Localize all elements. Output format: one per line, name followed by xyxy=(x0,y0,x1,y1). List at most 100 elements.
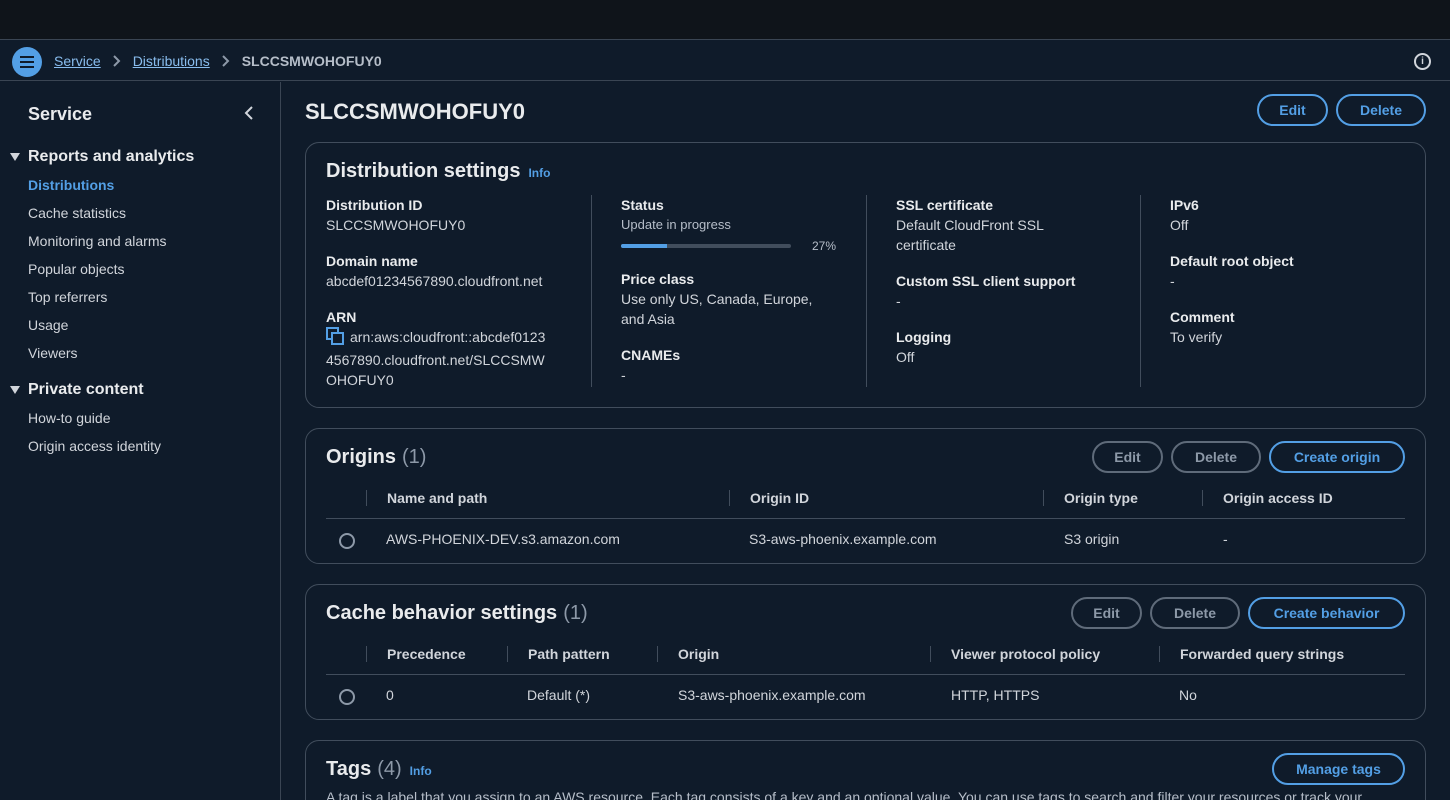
chevron-right-icon xyxy=(222,55,230,67)
table-cell: S3 origin xyxy=(1064,531,1120,547)
edit-behavior-button[interactable]: Edit xyxy=(1071,597,1142,629)
domain-name-field: Domain name abcdef01234567890.cloudfront… xyxy=(326,251,566,291)
field-value: arn:aws:cloudfront::abcdef0123 4567890.c… xyxy=(326,327,566,390)
price-class-field: Price class Use only US, Canada, Europe,… xyxy=(621,269,861,329)
ipv6-field: IPv6 Off xyxy=(1170,195,1410,235)
breadcrumb-distributions[interactable]: Distributions xyxy=(133,53,210,69)
table-cell: No xyxy=(1179,687,1197,703)
arn-line-2: 4567890.cloudfront.net/SLCCSMW xyxy=(326,352,545,368)
column-header[interactable]: Origin access ID xyxy=(1202,490,1333,506)
field-label: CNAMEs xyxy=(621,347,681,363)
item-count: (1) xyxy=(563,602,588,624)
table-cell: S3-aws-phoenix.example.com xyxy=(678,687,866,703)
column-header[interactable]: Forwarded query strings xyxy=(1159,646,1344,662)
side-navigation: Service Reports and analytics Distributi… xyxy=(0,82,281,800)
copy-icon[interactable] xyxy=(326,327,344,350)
field-label: ARN xyxy=(326,309,357,325)
field-value: Off xyxy=(1170,217,1189,233)
sidebar-section-reports[interactable]: Reports and analytics xyxy=(10,148,194,166)
arn-line-1: arn:aws:cloudfront::abcdef0123 xyxy=(350,329,546,346)
breadcrumb-service[interactable]: Service xyxy=(54,53,101,69)
edit-origin-button[interactable]: Edit xyxy=(1092,441,1163,473)
breadcrumb-bar: Service Distributions SLCCSMWOHOFUY0 i xyxy=(0,41,1450,81)
create-behavior-button[interactable]: Create behavior xyxy=(1248,597,1405,629)
info-link[interactable]: Info xyxy=(528,166,550,180)
default-root-object-field: Default root object - xyxy=(1170,251,1410,291)
progress-fill xyxy=(621,244,667,248)
field-label: Price class xyxy=(621,271,695,287)
breadcrumb-current: SLCCSMWOHOFUY0 xyxy=(241,53,382,69)
sidebar-item-origin-access-identity[interactable]: Origin access identity xyxy=(28,438,161,454)
status-field: Status Update in progress 27% xyxy=(621,195,861,253)
distribution-settings-panel: Distribution settings Info Distribution … xyxy=(305,142,1426,408)
top-navigation-bar xyxy=(0,0,1450,40)
progress-track xyxy=(621,244,791,248)
info-link[interactable]: Info xyxy=(410,764,432,778)
settings-column-3: SSL certificate Default CloudFront SSL c… xyxy=(866,195,1140,387)
field-value-line-1: Default CloudFront SSL xyxy=(896,217,1044,233)
settings-column-1: Distribution ID SLCCSMWOHOFUY0 Domain na… xyxy=(326,195,591,390)
column-header[interactable]: Origin xyxy=(657,646,719,662)
menu-button[interactable] xyxy=(12,47,42,77)
column-header[interactable]: Origin type xyxy=(1043,490,1138,506)
table-row[interactable]: AWS-PHOENIX-DEV.s3.amazon.com S3-aws-pho… xyxy=(326,520,1405,560)
row-radio[interactable] xyxy=(339,533,355,549)
field-value-line-2: and Asia xyxy=(621,311,675,327)
edit-distribution-button[interactable]: Edit xyxy=(1257,94,1328,126)
field-value: - xyxy=(621,367,626,383)
origins-panel: Origins (1) Edit Delete Create origin Na… xyxy=(305,428,1426,564)
cache-behavior-panel: Cache behavior settings (1) Edit Delete … xyxy=(305,584,1426,720)
sidebar-item-top-referrers[interactable]: Top referrers xyxy=(28,289,107,305)
panel-title: Tags xyxy=(326,758,372,780)
item-count: (4) xyxy=(377,758,402,780)
info-icon[interactable]: i xyxy=(1414,53,1431,70)
sidebar-item-popular-objects[interactable]: Popular objects xyxy=(28,261,125,277)
column-header[interactable]: Origin ID xyxy=(729,490,809,506)
panel-header: Tags (4) Info xyxy=(326,758,432,781)
hamburger-icon xyxy=(20,56,34,68)
main-content: SLCCSMWOHOFUY0 Edit Delete Distribution … xyxy=(281,82,1450,800)
sidebar-section-private-content[interactable]: Private content xyxy=(10,381,144,399)
sidebar-section-label: Private content xyxy=(28,381,144,398)
delete-distribution-button[interactable]: Delete xyxy=(1336,94,1426,126)
column-header[interactable]: Viewer protocol policy xyxy=(930,646,1100,662)
status-text: Update in progress xyxy=(621,217,731,232)
row-radio[interactable] xyxy=(339,689,355,705)
field-value: - xyxy=(896,293,901,309)
delete-behavior-button[interactable]: Delete xyxy=(1150,597,1240,629)
field-label: Status xyxy=(621,197,664,213)
cnames-field: CNAMEs - xyxy=(621,345,861,385)
delete-origin-button[interactable]: Delete xyxy=(1171,441,1261,473)
tags-panel: Tags (4) Info Manage tags A tag is a lab… xyxy=(305,740,1426,800)
sidebar-item-usage[interactable]: Usage xyxy=(28,317,68,333)
tags-description: A tag is a label that you assign to an A… xyxy=(326,789,1363,800)
collapse-sidebar-icon[interactable] xyxy=(244,106,254,123)
sidebar-item-distributions[interactable]: Distributions xyxy=(28,177,114,193)
column-header[interactable]: Precedence xyxy=(366,646,466,662)
arn-line-3: OHOFUY0 xyxy=(326,372,394,388)
arn-field: ARN arn:aws:cloudfront::abcdef0123 45678… xyxy=(326,307,566,390)
distribution-id-field: Distribution ID SLCCSMWOHOFUY0 xyxy=(326,195,566,235)
sidebar-item-viewers[interactable]: Viewers xyxy=(28,345,78,361)
table-cell: Default (*) xyxy=(527,687,591,703)
table-cell: 0 xyxy=(386,687,394,703)
column-header[interactable]: Path pattern xyxy=(507,646,610,662)
table-row[interactable]: 0 Default (*) S3-aws-phoenix.example.com… xyxy=(326,676,1405,716)
field-label: SSL certificate xyxy=(896,197,994,213)
panel-title: Cache behavior settings xyxy=(326,602,558,624)
sidebar-item-monitoring[interactable]: Monitoring and alarms xyxy=(28,233,167,249)
page-title: SLCCSMWOHOFUY0 xyxy=(305,99,525,124)
progress-percent: 27% xyxy=(812,239,837,253)
field-label: Custom SSL client support xyxy=(896,273,1076,289)
panel-title: Distribution settings xyxy=(326,160,521,182)
breadcrumb: Service Distributions SLCCSMWOHOFUY0 xyxy=(54,53,382,69)
create-origin-button[interactable]: Create origin xyxy=(1269,441,1405,473)
column-header[interactable]: Name and path xyxy=(366,490,487,506)
logging-field: Logging Off xyxy=(896,327,1136,367)
sidebar-item-how-to-guide[interactable]: How-to guide xyxy=(28,410,111,426)
manage-tags-button[interactable]: Manage tags xyxy=(1272,753,1405,785)
settings-column-4: IPv6 Off Default root object - Comment T… xyxy=(1140,195,1405,387)
sidebar-item-cache-statistics[interactable]: Cache statistics xyxy=(28,205,126,221)
field-label: Logging xyxy=(896,329,952,345)
settings-column-2: Status Update in progress 27% Price clas… xyxy=(591,195,866,387)
